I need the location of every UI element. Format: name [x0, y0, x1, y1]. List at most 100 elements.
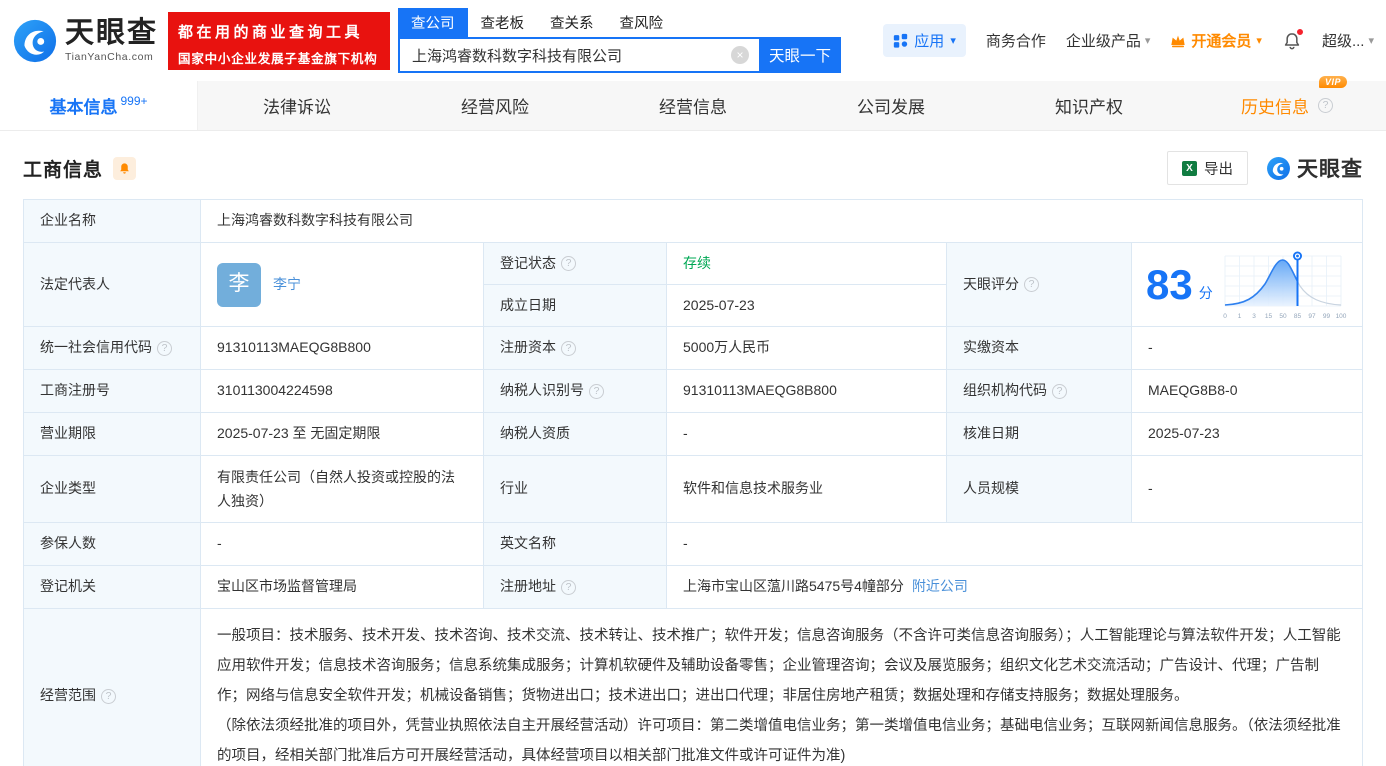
reg-capital-label: 注册资本? [484, 327, 667, 370]
tianyancha-watermark: 天眼查 [1266, 153, 1363, 183]
nav-cooperation[interactable]: 商务合作 [986, 30, 1046, 51]
subscribe-bell-chip[interactable] [113, 156, 137, 180]
apps-button[interactable]: 应用 ▾ [883, 24, 966, 57]
logo-brand: 天眼查 [65, 16, 159, 49]
promo-banner-line1: 都在用的商业查询工具 [178, 23, 364, 41]
svg-text:3: 3 [1252, 313, 1256, 320]
score-number: 83 [1146, 260, 1193, 308]
tab-basic-info[interactable]: 基本信息 999+ [0, 81, 198, 130]
logo-domain: TianYanCha.com [65, 50, 154, 63]
reg-address-label: 注册地址? [484, 566, 667, 609]
company-page-tabs: 基本信息 999+ 法律诉讼 经营风险 经营信息 公司发展 知识产权 历史信息 V… [0, 76, 1386, 131]
avatar[interactable]: 李 [217, 262, 261, 307]
english-name-label: 英文名称 [484, 523, 667, 566]
search-tab-risk[interactable]: 查风险 [607, 8, 677, 37]
score-unit: 分 [1198, 284, 1213, 301]
clear-icon[interactable]: × [731, 46, 750, 64]
help-icon[interactable]: ? [561, 579, 576, 595]
promo-banner: 都在用的商业查询工具 国家中小企业发展子基金旗下机构 [168, 11, 391, 70]
reg-authority-value: 宝山区市场监督管理局 [201, 566, 484, 609]
notifications-bell[interactable] [1282, 27, 1304, 51]
search-input[interactable] [398, 37, 760, 73]
establish-date-label: 成立日期 [484, 285, 667, 327]
help-icon[interactable]: ? [561, 256, 576, 271]
nav-open-vip[interactable]: 开通会员 ▾ [1170, 30, 1262, 51]
company-name-value: 上海鸿睿数科数字科技有限公司 [201, 200, 1362, 243]
score-value: 83 分 0 1 3 15 50 85 97 99 100 [1132, 243, 1362, 327]
tianyancha-logo[interactable]: 天眼查 TianYanCha.com [12, 18, 158, 64]
help-icon[interactable]: ? [561, 340, 576, 356]
header-nav: 应用 ▾ 商务合作 企业级产品 ▾ 开通会员 ▾ 超级... ▾ [883, 24, 1374, 57]
excel-icon: X [1182, 160, 1197, 176]
company-type-label: 企业类型 [24, 456, 201, 523]
bell-icon [120, 162, 129, 174]
search-tab-boss[interactable]: 查老板 [468, 8, 538, 37]
taxpayer-quality-value: - [667, 413, 947, 456]
org-code-value: MAEQG8B8-0 [1132, 370, 1362, 413]
apps-label: 应用 [914, 33, 945, 50]
chevron-down-icon: ▾ [1144, 35, 1151, 47]
company-type-value: 有限责任公司（自然人投资或控股的法人独资） [201, 456, 484, 523]
tab-history-info[interactable]: 历史信息 VIP ? [1188, 76, 1386, 130]
search-button[interactable]: 天眼一下 [759, 37, 842, 73]
legal-rep-link[interactable]: 李宁 [273, 274, 301, 296]
english-name-value: - [667, 523, 1362, 566]
legal-rep-label: 法定代表人 [24, 243, 201, 327]
svg-text:100: 100 [1335, 313, 1346, 320]
credit-code-label: 统一社会信用代码? [24, 327, 201, 370]
search-tab-relation[interactable]: 查关系 [537, 8, 607, 37]
help-icon[interactable]: ? [1052, 383, 1067, 399]
help-icon[interactable]: ? [589, 383, 604, 399]
nearby-companies-link[interactable]: 附近公司 [912, 576, 968, 598]
help-icon[interactable]: ? [1024, 277, 1039, 292]
paid-capital-label: 实缴资本 [947, 327, 1132, 370]
taxpayer-quality-label: 纳税人资质 [484, 413, 667, 456]
company-name-label: 企业名称 [24, 200, 201, 243]
apps-grid-icon [894, 33, 908, 48]
reg-status-label: 登记状态? [484, 243, 667, 285]
chevron-down-icon: ▾ [1256, 35, 1262, 47]
section-title: 工商信息 [23, 159, 104, 181]
tab-intellectual-property[interactable]: 知识产权 [990, 81, 1188, 130]
establish-date-value: 2025-07-23 [667, 285, 947, 327]
help-icon[interactable]: ? [101, 688, 116, 704]
svg-text:1: 1 [1237, 313, 1241, 320]
reg-number-value: 310113004224598 [201, 370, 484, 413]
business-scope-value: 一般项目：技术服务、技术开发、技术咨询、技术交流、技术转让、技术推广；软件开发；… [201, 609, 1362, 766]
tab-operational-risk[interactable]: 经营风险 [396, 81, 594, 130]
score-distribution-chart: 0 1 3 15 50 85 97 99 100 [1223, 251, 1347, 320]
search-tab-company[interactable]: 查公司 [398, 8, 468, 37]
paid-capital-value: - [1132, 327, 1362, 370]
chevron-down-icon: ▾ [1368, 35, 1374, 47]
insured-value: - [201, 523, 484, 566]
vip-badge: VIP [1318, 76, 1347, 88]
search-area: 查公司 查老板 查关系 查风险 × 天眼一下 [398, 8, 842, 73]
reg-capital-value: 5000万人民币 [667, 327, 947, 370]
score-label: 天眼评分? [947, 243, 1132, 327]
svg-text:99: 99 [1323, 313, 1331, 320]
chevron-down-icon: ▾ [950, 35, 956, 47]
nav-super-vip[interactable]: 超级... ▾ [1322, 30, 1374, 51]
export-button[interactable]: X 导出 [1167, 151, 1248, 185]
business-scope-label: 经营范围? [24, 609, 201, 766]
reg-number-label: 工商注册号 [24, 370, 201, 413]
taxpayer-id-value: 91310113MAEQG8B800 [667, 370, 947, 413]
search-tabs: 查公司 查老板 查关系 查风险 [398, 8, 841, 37]
approval-date-value: 2025-07-23 [1132, 413, 1362, 456]
help-icon[interactable]: ? [157, 340, 172, 356]
crown-icon [1171, 35, 1186, 47]
nav-enterprise-products[interactable]: 企业级产品 ▾ [1066, 30, 1151, 51]
insured-label: 参保人数 [24, 523, 201, 566]
section-head: 工商信息 X 导出 天眼查 [0, 131, 1386, 199]
tab-legal-proceedings[interactable]: 法律诉讼 [198, 81, 396, 130]
credit-code-value: 91310113MAEQG8B800 [201, 327, 484, 370]
staff-size-value: - [1132, 456, 1362, 523]
svg-text:0: 0 [1223, 313, 1227, 320]
tab-business-info[interactable]: 经营信息 [594, 81, 792, 130]
staff-size-label: 人员规模 [947, 456, 1132, 523]
svg-text:15: 15 [1265, 313, 1273, 320]
help-icon[interactable]: ? [1318, 98, 1333, 113]
org-code-label: 组织机构代码? [947, 370, 1132, 413]
tab-company-development[interactable]: 公司发展 [792, 81, 990, 130]
tianyancha-logo-icon [13, 19, 57, 62]
